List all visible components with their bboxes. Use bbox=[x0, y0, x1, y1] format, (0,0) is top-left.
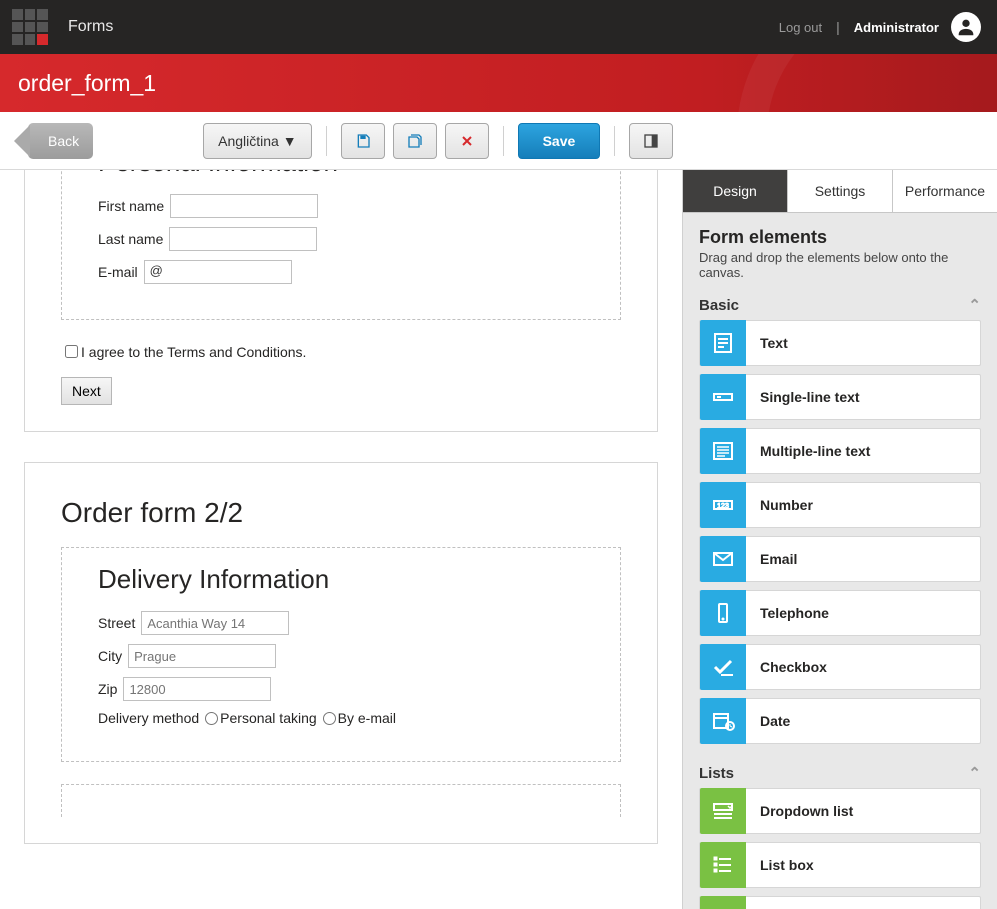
back-button[interactable]: Back bbox=[28, 123, 93, 159]
element-label: Text bbox=[746, 335, 788, 351]
fieldset-delivery[interactable]: Delivery Information Street City Zip Del… bbox=[61, 547, 621, 762]
text-icon bbox=[700, 320, 746, 366]
terms-label: I agree to the Terms and Conditions. bbox=[81, 344, 306, 360]
fieldset-empty[interactable] bbox=[61, 784, 621, 817]
date-icon bbox=[700, 698, 746, 744]
element-label: Multiple-line text bbox=[746, 443, 870, 459]
delivery-personal-radio[interactable] bbox=[205, 712, 218, 725]
divider bbox=[614, 126, 615, 156]
fieldset-personal[interactable]: Personal Information First name Last nam… bbox=[61, 170, 621, 320]
element-dd[interactable]: Dropdown list bbox=[699, 788, 981, 834]
save-icon-button[interactable] bbox=[341, 123, 385, 159]
last-name-label: Last name bbox=[98, 231, 163, 247]
zip-input[interactable] bbox=[123, 677, 271, 701]
delivery-opt2: By e-mail bbox=[338, 710, 396, 726]
separator: | bbox=[836, 19, 840, 35]
lb-icon bbox=[700, 842, 746, 888]
element-label: Date bbox=[746, 713, 790, 729]
save-all-icon-button[interactable] bbox=[393, 123, 437, 159]
topbar: Forms Log out | Administrator bbox=[0, 0, 997, 54]
element-label: List box bbox=[746, 857, 814, 873]
first-name-label: First name bbox=[98, 198, 164, 214]
avatar-icon[interactable] bbox=[951, 12, 981, 42]
cl-icon bbox=[700, 896, 746, 909]
page-title-bar: order_form_1 bbox=[0, 54, 997, 112]
panel-header: Form elements Drag and drop the elements… bbox=[683, 213, 997, 284]
panel-title: Form elements bbox=[699, 227, 981, 248]
element-date[interactable]: Date bbox=[699, 698, 981, 744]
terms-checkbox[interactable] bbox=[65, 345, 78, 358]
first-name-input[interactable] bbox=[170, 194, 318, 218]
zip-label: Zip bbox=[98, 681, 117, 697]
section-title: Personal Information bbox=[98, 170, 584, 178]
toolbar: Back Angličtina ▼ Save bbox=[0, 112, 997, 170]
form-canvas: Personal Information First name Last nam… bbox=[0, 170, 683, 909]
element-number[interactable]: 123 Number bbox=[699, 482, 981, 528]
form-title: order_form_1 bbox=[18, 70, 156, 97]
street-label: Street bbox=[98, 615, 135, 631]
divider bbox=[503, 126, 504, 156]
element-label: Email bbox=[746, 551, 797, 567]
city-input[interactable] bbox=[128, 644, 276, 668]
chevron-up-icon: ⌃ bbox=[968, 296, 981, 314]
chevron-up-icon: ⌃ bbox=[968, 764, 981, 782]
element-label: Number bbox=[746, 497, 813, 513]
tab-design[interactable]: Design bbox=[683, 170, 788, 212]
email-label: E-mail bbox=[98, 264, 138, 280]
street-input[interactable] bbox=[141, 611, 289, 635]
panel-desc: Drag and drop the elements below onto th… bbox=[699, 250, 981, 280]
element-check[interactable]: Checkbox bbox=[699, 644, 981, 690]
form-page-2[interactable]: Order form 2/2 Delivery Information Stre… bbox=[24, 462, 658, 844]
app-logo-icon[interactable] bbox=[6, 3, 54, 51]
element-label: Dropdown list bbox=[746, 803, 853, 819]
logout-link[interactable]: Log out bbox=[779, 20, 822, 35]
element-label: Checkbox bbox=[746, 659, 827, 675]
phone-icon bbox=[700, 590, 746, 636]
email-icon bbox=[700, 536, 746, 582]
category-lists[interactable]: Lists⌃ bbox=[683, 752, 997, 788]
delivery-email-radio[interactable] bbox=[323, 712, 336, 725]
tab-performance[interactable]: Performance bbox=[893, 170, 997, 212]
canvas-scroll[interactable]: Personal Information First name Last nam… bbox=[0, 170, 682, 909]
element-sline[interactable]: Single-line text bbox=[699, 374, 981, 420]
element-phone[interactable]: Telephone bbox=[699, 590, 981, 636]
side-panel: Design Settings Performance Form element… bbox=[683, 170, 997, 909]
email-input[interactable]: @ bbox=[144, 260, 292, 284]
delivery-opt1: Personal taking bbox=[220, 710, 317, 726]
app-name[interactable]: Forms bbox=[68, 18, 113, 36]
current-user[interactable]: Administrator bbox=[854, 20, 939, 35]
delivery-label: Delivery method bbox=[98, 710, 199, 726]
tab-settings[interactable]: Settings bbox=[788, 170, 893, 212]
element-lb[interactable]: List box bbox=[699, 842, 981, 888]
element-label: Telephone bbox=[746, 605, 829, 621]
category-basic[interactable]: Basic⌃ bbox=[683, 284, 997, 320]
last-name-input[interactable] bbox=[169, 227, 317, 251]
layout-toggle-button[interactable] bbox=[629, 123, 673, 159]
page-heading: Order form 2/2 bbox=[61, 497, 621, 529]
element-email[interactable]: Email bbox=[699, 536, 981, 582]
sline-icon bbox=[700, 374, 746, 420]
language-dropdown[interactable]: Angličtina ▼ bbox=[203, 123, 311, 159]
dd-icon bbox=[700, 788, 746, 834]
save-button[interactable]: Save bbox=[518, 123, 601, 159]
mline-icon bbox=[700, 428, 746, 474]
divider bbox=[326, 126, 327, 156]
delete-button[interactable] bbox=[445, 123, 489, 159]
number-icon: 123 bbox=[700, 482, 746, 528]
element-cl[interactable]: Checkbox list bbox=[699, 896, 981, 909]
check-icon bbox=[700, 644, 746, 690]
svg-text:123: 123 bbox=[717, 503, 729, 510]
element-text[interactable]: Text bbox=[699, 320, 981, 366]
side-tabs: Design Settings Performance bbox=[683, 170, 997, 213]
element-mline[interactable]: Multiple-line text bbox=[699, 428, 981, 474]
section-title: Delivery Information bbox=[98, 564, 584, 595]
element-label: Single-line text bbox=[746, 389, 860, 405]
city-label: City bbox=[98, 648, 122, 664]
form-page-1[interactable]: Personal Information First name Last nam… bbox=[24, 170, 658, 432]
next-button[interactable]: Next bbox=[61, 377, 112, 405]
